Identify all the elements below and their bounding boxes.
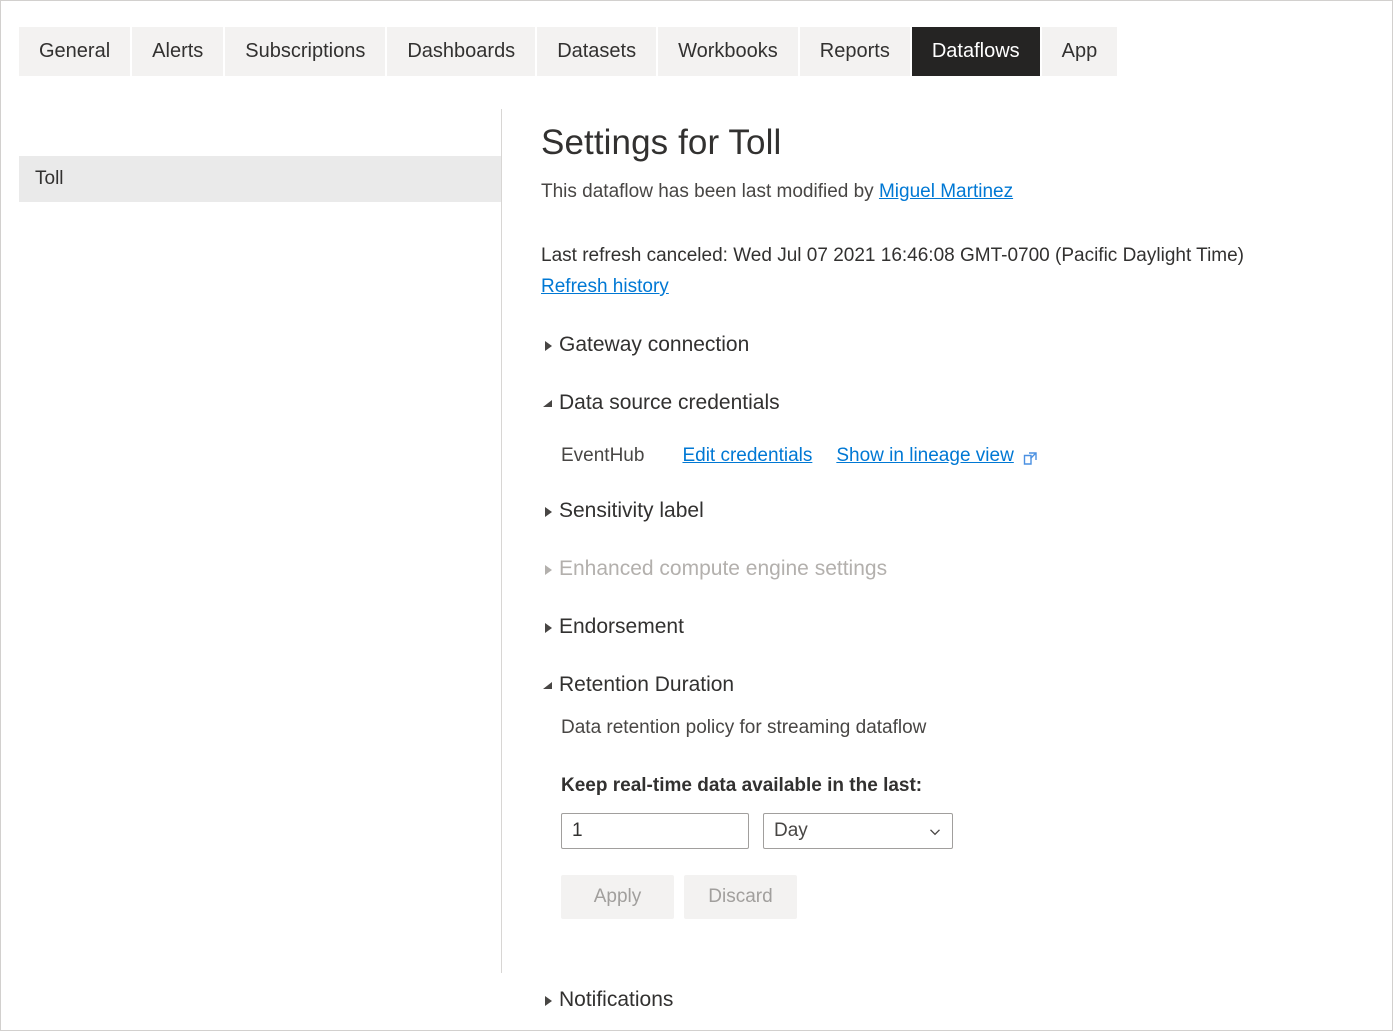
chevron-down-icon: [541, 397, 555, 411]
section-header-data-source-credentials[interactable]: Data source credentials: [541, 389, 1361, 417]
settings-tab-bar: General Alerts Subscriptions Dashboards …: [19, 27, 1119, 76]
chevron-down-icon: [928, 825, 942, 839]
section-enhanced-compute-engine-settings: Enhanced compute engine settings: [541, 555, 1361, 583]
retention-description: Data retention policy for streaming data…: [561, 715, 1361, 741]
refresh-history-link[interactable]: Refresh history: [541, 272, 669, 301]
pane-divider: [501, 109, 502, 973]
list-item-label: Toll: [35, 168, 64, 189]
section-body-retention-duration: Data retention policy for streaming data…: [541, 715, 1361, 919]
section-title: Endorsement: [559, 613, 684, 641]
tab-subscriptions[interactable]: Subscriptions: [225, 27, 385, 76]
section-gateway-connection: Gateway connection: [541, 331, 1361, 359]
retention-field-label: Keep real-time data available in the las…: [561, 775, 1361, 797]
chevron-right-icon: [541, 621, 555, 635]
external-link-icon[interactable]: [1023, 450, 1038, 465]
modified-by-link[interactable]: Miguel Martinez: [879, 181, 1013, 202]
section-header-sensitivity-label[interactable]: Sensitivity label: [541, 497, 1361, 525]
last-refresh-status: Last refresh canceled: Wed Jul 07 2021 1…: [541, 241, 1361, 270]
section-notifications: Notifications: [541, 986, 673, 1014]
discard-button[interactable]: Discard: [684, 875, 797, 919]
retention-unit-select[interactable]: Day: [763, 813, 953, 849]
retention-controls: Day: [561, 813, 1361, 849]
section-header-notifications[interactable]: Notifications: [541, 986, 673, 1014]
section-title: Sensitivity label: [559, 497, 704, 525]
tab-general[interactable]: General: [19, 27, 130, 76]
retention-unit-value: Day: [774, 814, 808, 848]
tab-alerts[interactable]: Alerts: [132, 27, 223, 76]
page-title: Settings for Toll: [541, 121, 1361, 165]
section-header-endorsement[interactable]: Endorsement: [541, 613, 1361, 641]
section-endorsement: Endorsement: [541, 613, 1361, 641]
chevron-right-icon: [541, 339, 555, 353]
section-title: Data source credentials: [559, 389, 780, 417]
section-data-source-credentials: Data source credentials EventHub Edit cr…: [541, 389, 1361, 467]
settings-detail-pane: Settings for Toll This dataflow has been…: [541, 121, 1361, 919]
list-item-toll[interactable]: Toll: [19, 156, 501, 202]
last-modified-line: This dataflow has been last modified by …: [541, 179, 1361, 205]
last-modified-prefix: This dataflow has been last modified by: [541, 181, 879, 202]
section-body-data-source-credentials: EventHub Edit credentials Show in lineag…: [541, 445, 1361, 467]
section-title: Notifications: [559, 986, 673, 1014]
tab-workbooks[interactable]: Workbooks: [658, 27, 798, 76]
tab-reports[interactable]: Reports: [800, 27, 910, 76]
section-header-enhanced-compute-engine-settings: Enhanced compute engine settings: [541, 555, 1361, 583]
dataflow-list: Toll: [19, 156, 501, 202]
section-header-gateway-connection[interactable]: Gateway connection: [541, 331, 1361, 359]
apply-button[interactable]: Apply: [561, 875, 674, 919]
chevron-down-icon: [541, 679, 555, 693]
tab-dataflows[interactable]: Dataflows: [912, 27, 1040, 76]
chevron-right-icon: [541, 505, 555, 519]
section-retention-duration: Retention Duration Data retention policy…: [541, 671, 1361, 919]
settings-page: General Alerts Subscriptions Dashboards …: [0, 0, 1393, 1031]
section-header-retention-duration[interactable]: Retention Duration: [541, 671, 1361, 699]
tab-datasets[interactable]: Datasets: [537, 27, 656, 76]
section-title: Enhanced compute engine settings: [559, 555, 887, 583]
section-title: Gateway connection: [559, 331, 749, 359]
tab-app[interactable]: App: [1042, 27, 1118, 76]
section-sensitivity-label: Sensitivity label: [541, 497, 1361, 525]
retention-amount-input[interactable]: [561, 813, 749, 849]
credential-source-name: EventHub: [561, 445, 644, 467]
last-refresh-block: Last refresh canceled: Wed Jul 07 2021 1…: [541, 241, 1361, 301]
chevron-right-icon: [541, 563, 555, 577]
show-in-lineage-view-link[interactable]: Show in lineage view: [836, 445, 1013, 467]
tab-dashboards[interactable]: Dashboards: [387, 27, 535, 76]
retention-button-row: Apply Discard: [561, 875, 1361, 919]
section-title: Retention Duration: [559, 671, 734, 699]
chevron-right-icon: [541, 994, 555, 1008]
edit-credentials-link[interactable]: Edit credentials: [682, 445, 812, 467]
credential-row: EventHub Edit credentials Show in lineag…: [561, 445, 1361, 467]
